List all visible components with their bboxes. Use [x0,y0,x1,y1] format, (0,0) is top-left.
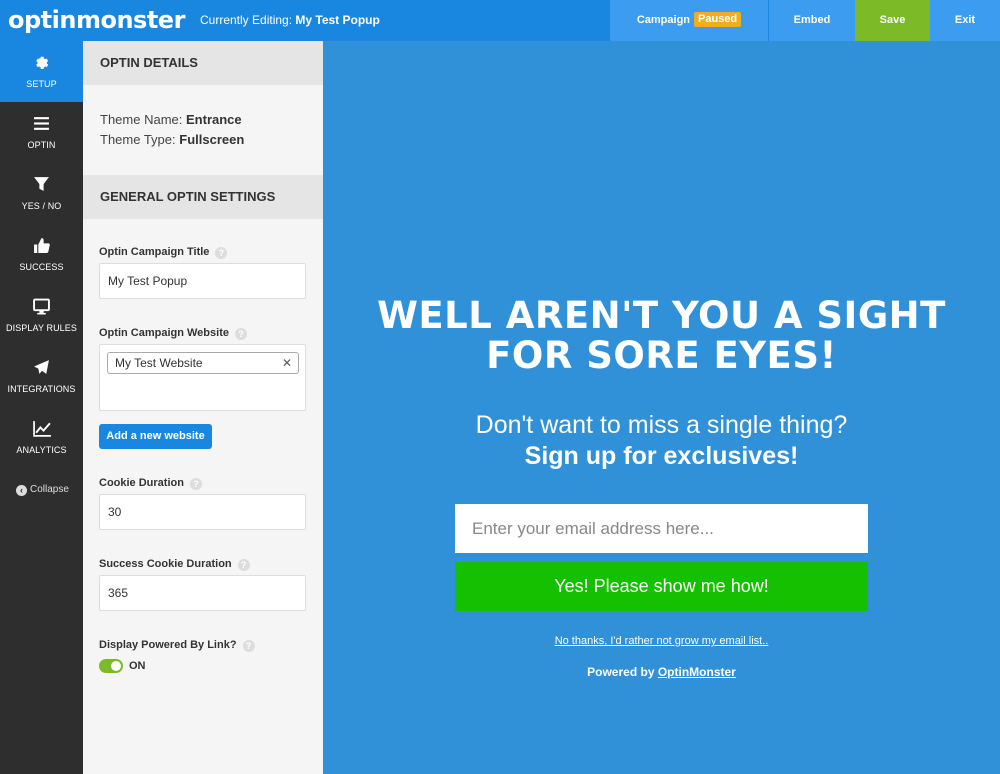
success-cookie-label: Success Cookie Duration? [99,558,250,571]
theme-type: Theme Type: Fullscreen [100,132,244,147]
theme-name: Theme Name: Entrance [100,112,242,127]
campaign-status-button[interactable]: Campaign Paused [610,0,768,41]
optin-details-header: OPTIN DETAILS [83,41,323,85]
powered-link-toggle[interactable] [99,659,123,673]
powered-link-label-text: Display Powered By Link? [99,639,237,651]
sidebar-item-display-rules[interactable]: DISPLAY RULES [0,285,83,346]
powered-link-label: Display Powered By Link?? [99,639,255,652]
campaign-title-label: Optin Campaign Title? [99,246,228,259]
save-button[interactable]: Save [855,0,930,41]
sidebar-label: INTEGRATIONS [7,384,76,394]
campaign-website-label: Optin Campaign Website? [99,327,247,340]
add-website-button[interactable]: Add a new website [99,424,212,449]
cookie-duration-label: Cookie Duration? [99,477,202,490]
success-cookie-input[interactable]: 365 [99,575,306,611]
campaign-website-label-text: Optin Campaign Website [99,327,229,339]
sidebar-label: DISPLAY RULES [6,323,77,333]
powered-by-prefix: Powered by [587,665,655,679]
cookie-duration-input[interactable]: 30 [99,494,306,530]
optin-preview: WELL AREN'T YOU A SIGHT FOR SORE EYES! D… [323,41,1000,774]
help-icon[interactable]: ? [189,478,202,490]
campaign-title-label-text: Optin Campaign Title [99,246,210,258]
editing-campaign-name: My Test Popup [295,13,380,27]
menu-icon [34,117,49,130]
help-icon[interactable]: ? [237,559,250,571]
embed-button[interactable]: Embed [769,0,855,41]
exit-button[interactable]: Exit [930,0,1000,41]
settings-panel: OPTIN DETAILS Theme Name: Entrance Theme… [83,41,323,774]
monitor-icon [33,298,50,315]
toggle-state-label: ON [129,660,146,672]
sidebar-label: ANALYTICS [16,445,67,455]
sidebar-label: SUCCESS [19,262,64,272]
editing-prefix: Currently Editing: [200,13,293,27]
help-icon[interactable]: ? [242,640,255,652]
theme-type-label: Theme Type: [100,132,176,147]
headline-line-1: WELL AREN'T YOU A SIGHT [377,294,946,337]
signup-cta-button[interactable]: Yes! Please show me how! [455,562,868,611]
campaign-website-select[interactable]: My Test Website ✕ [99,344,306,411]
thumbs-up-icon [34,238,50,253]
sidebar-item-setup[interactable]: SETUP [0,41,83,102]
general-settings-header: GENERAL OPTIN SETTINGS [83,175,323,219]
headline-line-2: FOR SORE EYES! [486,334,837,377]
preview-subline-1: Don't want to miss a single thing? [475,411,848,439]
campaign-title-input[interactable]: My Test Popup [99,263,306,299]
paper-plane-icon [34,360,49,374]
sidebar-item-success[interactable]: SUCCESS [0,224,83,285]
website-tag-label: My Test Website [115,356,203,370]
paused-badge: Paused [694,12,742,27]
filter-icon [34,177,49,191]
theme-type-value: Fullscreen [179,132,245,147]
theme-name-value: Entrance [186,112,242,127]
sidebar-item-optin[interactable]: OPTIN [0,102,83,163]
preview-headline: WELL AREN'T YOU A SIGHT FOR SORE EYES! [323,296,1000,376]
optinmonster-logo[interactable]: optinmonster [8,6,185,34]
line-chart-icon [33,421,51,437]
top-bar: optinmonster Currently Editing: My Test … [0,0,1000,41]
no-thanks-link[interactable]: No thanks, I'd rather not grow my email … [323,635,1000,647]
gear-icon [36,56,49,70]
collapse-label: Collapse [30,484,69,495]
sidebar-label: YES / NO [21,201,62,211]
cookie-duration-label-text: Cookie Duration [99,477,184,489]
collapse-button[interactable]: ‹ Collapse [16,484,69,496]
sidebar-label: OPTIN [27,140,56,150]
remove-tag-icon[interactable]: ✕ [282,353,292,373]
help-icon[interactable]: ? [215,247,228,259]
preview-subline-2: Sign up for exclusives! [524,442,799,470]
optinmonster-link[interactable]: OptinMonster [658,665,736,679]
theme-name-label: Theme Name: [100,112,183,127]
powered-by: Powered by OptinMonster [323,665,1000,679]
currently-editing: Currently Editing: My Test Popup [200,13,380,27]
help-icon[interactable]: ? [234,328,247,340]
success-cookie-label-text: Success Cookie Duration [99,558,232,570]
sidebar-label: SETUP [26,79,57,89]
website-tag: My Test Website ✕ [107,352,299,374]
arrow-left-icon: ‹ [16,485,27,496]
sidebar-item-integrations[interactable]: INTEGRATIONS [0,346,83,407]
sidebar: SETUP OPTIN YES / NO SUCCESS DISPLAY RUL… [0,41,83,774]
email-input[interactable] [455,504,868,553]
campaign-label: Campaign [636,14,691,26]
sidebar-item-analytics[interactable]: ANALYTICS [0,407,83,468]
sidebar-item-yes-no[interactable]: YES / NO [0,163,83,224]
